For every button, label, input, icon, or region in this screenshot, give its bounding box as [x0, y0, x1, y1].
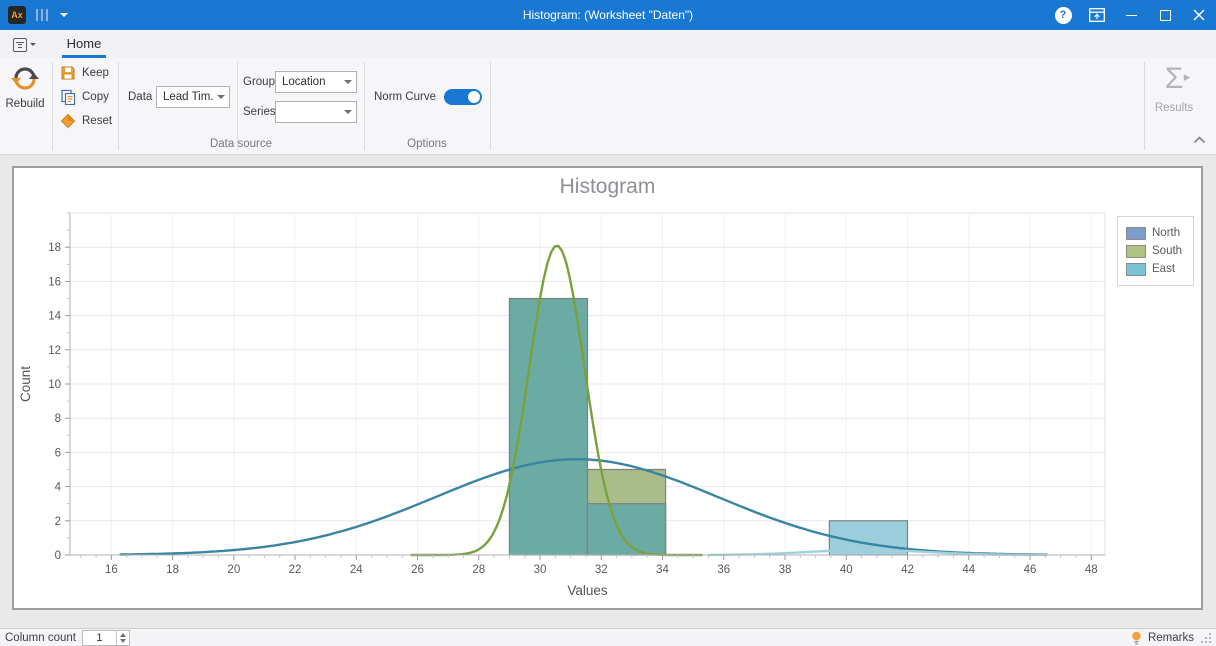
x-tick-label: 28	[472, 564, 485, 576]
lightbulb-icon	[1131, 631, 1142, 645]
ribbon-tab-row: Home	[0, 30, 1216, 58]
y-tick-label: 16	[48, 276, 61, 288]
data-combobox[interactable]: Lead Tim...	[156, 86, 230, 108]
data-field-label: Data	[128, 91, 152, 103]
group-field-label: Group	[243, 76, 275, 88]
content-area: 1618202224262830323436384042444648024681…	[0, 155, 1216, 628]
y-tick-label: 10	[48, 379, 61, 391]
x-tick-label: 18	[166, 564, 179, 576]
chart-legend: North South East	[1117, 216, 1194, 286]
ribbon: Rebuild Keep Copy	[0, 58, 1216, 155]
legend-label: North	[1152, 227, 1180, 239]
y-tick-label: 2	[55, 516, 61, 528]
save-icon	[60, 65, 76, 81]
legend-item-east: East	[1126, 260, 1193, 278]
chevron-down-icon	[213, 95, 229, 99]
y-tick-label: 6	[55, 447, 61, 459]
legend-swatch	[1126, 245, 1146, 258]
minimize-button[interactable]	[1114, 0, 1148, 30]
legend-label: South	[1152, 245, 1182, 257]
keep-button[interactable]: Keep	[60, 63, 109, 83]
chart-panel: 1618202224262830323436384042444648024681…	[12, 166, 1203, 610]
x-tick-label: 42	[901, 564, 914, 576]
y-tick-label: 18	[48, 242, 61, 254]
x-axis-title: Values	[567, 583, 608, 598]
norm-curve-toggle[interactable]	[444, 89, 482, 105]
x-tick-label: 48	[1085, 564, 1098, 576]
legend-swatch	[1126, 227, 1146, 240]
chevron-down-icon	[340, 110, 356, 114]
rebuild-icon	[10, 63, 40, 93]
histogram-bar-north	[588, 504, 666, 555]
ribbon-display-options-button[interactable]	[1080, 0, 1114, 30]
legend-item-south: South	[1126, 242, 1193, 260]
x-tick-label: 46	[1024, 564, 1037, 576]
x-tick-label: 40	[840, 564, 853, 576]
legend-item-north: North	[1126, 224, 1193, 242]
resize-grip-icon[interactable]	[1200, 632, 1212, 644]
reset-button[interactable]: Reset	[60, 111, 112, 131]
tab-home[interactable]: Home	[62, 30, 106, 58]
chevron-down-icon	[340, 80, 356, 84]
x-tick-label: 20	[227, 564, 240, 576]
copy-icon	[60, 89, 76, 105]
sigma-results-icon: Σ	[1165, 62, 1184, 96]
series-combobox[interactable]	[275, 101, 357, 123]
x-tick-label: 32	[595, 564, 608, 576]
toggle-knob	[468, 91, 480, 103]
close-button[interactable]	[1182, 0, 1216, 30]
column-count-label: Column count	[5, 632, 76, 644]
column-count-value: 1	[83, 631, 116, 645]
application-menu-button[interactable]	[8, 34, 40, 55]
maximize-icon	[1160, 10, 1171, 21]
window-title: Histogram: (Worksheet "Daten")	[0, 0, 1216, 30]
column-count-spinner[interactable]: 1	[82, 630, 130, 646]
y-tick-label: 0	[55, 550, 61, 562]
group-caption-options: Options	[364, 138, 490, 150]
y-tick-label: 4	[55, 482, 62, 494]
remarks-label[interactable]: Remarks	[1148, 632, 1194, 644]
y-axis-title: Count	[18, 366, 33, 402]
results-button[interactable]: Σ Results	[1150, 62, 1198, 140]
rebuild-button[interactable]: Rebuild	[3, 63, 47, 110]
group-caption-data-source: Data source	[118, 138, 364, 150]
spinner-down-icon[interactable]	[120, 639, 126, 643]
minimize-icon	[1126, 15, 1137, 16]
group-combobox[interactable]: Location	[275, 71, 357, 93]
legend-swatch	[1126, 263, 1146, 276]
x-tick-label: 24	[350, 564, 363, 576]
help-icon: ?	[1055, 7, 1072, 24]
help-button[interactable]: ?	[1046, 0, 1080, 30]
histogram-chart: 1618202224262830323436384042444648024681…	[14, 168, 1201, 608]
x-tick-label: 26	[411, 564, 424, 576]
app-window: Ax Histogram: (Worksheet "Daten") ?	[0, 0, 1216, 646]
application-menu-icon	[13, 38, 27, 52]
x-tick-label: 22	[289, 564, 302, 576]
maximize-button[interactable]	[1148, 0, 1182, 30]
x-tick-label: 36	[717, 564, 730, 576]
legend-label: East	[1152, 263, 1175, 275]
norm-curve-label: Norm Curve	[374, 91, 436, 103]
y-tick-label: 14	[48, 311, 61, 323]
copy-button[interactable]: Copy	[60, 87, 109, 107]
close-icon	[1193, 9, 1205, 21]
title-bar: Ax Histogram: (Worksheet "Daten") ?	[0, 0, 1216, 30]
collapse-ribbon-chevron-up-icon[interactable]	[1193, 136, 1206, 144]
x-tick-label: 34	[656, 564, 669, 576]
spinner-up-icon[interactable]	[120, 633, 126, 637]
x-tick-label: 44	[962, 564, 975, 576]
y-tick-label: 12	[48, 345, 61, 357]
reset-eraser-icon	[60, 113, 76, 129]
x-tick-label: 30	[534, 564, 547, 576]
x-tick-label: 38	[779, 564, 792, 576]
y-tick-label: 8	[55, 413, 61, 425]
status-bar: Column count 1 Remarks	[0, 628, 1216, 646]
x-tick-label: 16	[105, 564, 118, 576]
ribbon-display-options-icon	[1089, 8, 1105, 22]
chevron-down-icon	[30, 43, 36, 46]
chart-title: Histogram	[14, 175, 1201, 199]
series-field-label: Series	[243, 106, 276, 118]
